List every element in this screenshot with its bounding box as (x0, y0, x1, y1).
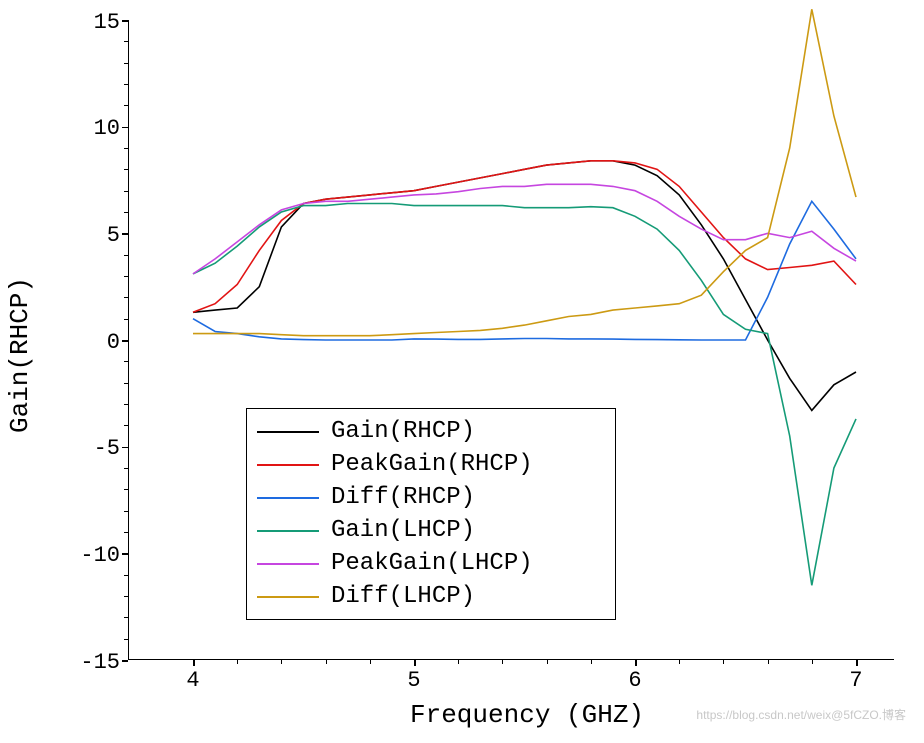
legend-label: Gain(LHCP) (331, 517, 475, 544)
legend-item: Diff(RHCP) (257, 481, 605, 514)
y-tick-label: 15 (94, 10, 120, 35)
legend-label: Gain(RHCP) (331, 418, 475, 445)
y-minor-tick (124, 148, 128, 149)
legend-swatch (257, 497, 319, 499)
y-tick (122, 233, 128, 235)
y-minor-tick (124, 596, 128, 597)
legend-swatch (257, 431, 319, 433)
y-minor-tick (124, 361, 128, 362)
y-minor-tick (124, 297, 128, 298)
y-minor-tick (124, 84, 128, 85)
x-minor-tick (679, 660, 680, 664)
y-minor-tick (124, 511, 128, 512)
x-tick (414, 660, 416, 666)
y-minor-tick (124, 255, 128, 256)
x-tick-label: 7 (849, 668, 862, 693)
y-minor-tick (124, 319, 128, 320)
x-tick-label: 5 (407, 668, 420, 693)
y-tick (122, 660, 128, 662)
x-minor-tick (723, 660, 724, 664)
series-line (193, 201, 856, 340)
series-line (193, 184, 856, 274)
legend-item: Gain(LHCP) (257, 514, 605, 547)
x-minor-tick (812, 660, 813, 664)
legend-label: PeakGain(LHCP) (331, 550, 533, 577)
x-minor-tick (547, 660, 548, 664)
legend-swatch (257, 596, 319, 598)
x-minor-tick (502, 660, 503, 664)
series-line (193, 161, 856, 411)
y-tick-label: 10 (94, 116, 120, 141)
legend-swatch (257, 464, 319, 466)
y-tick-label: -10 (80, 543, 120, 568)
legend-item: Diff(LHCP) (257, 580, 605, 613)
y-tick-label: 5 (107, 223, 120, 248)
y-tick-label: 0 (107, 330, 120, 355)
y-minor-tick (124, 41, 128, 42)
y-minor-tick (124, 63, 128, 64)
y-minor-tick (124, 383, 128, 384)
y-minor-tick (124, 169, 128, 170)
y-minor-tick (124, 276, 128, 277)
legend-item: PeakGain(RHCP) (257, 448, 605, 481)
legend-label: Diff(RHCP) (331, 484, 475, 511)
y-minor-tick (124, 105, 128, 106)
y-minor-tick (124, 532, 128, 533)
y-tick (122, 447, 128, 449)
chart-container: Gain(RHCP) Frequency (GHZ) 15 10 5 0 -5 … (0, 0, 924, 743)
y-tick-label: -5 (94, 436, 120, 461)
legend-label: PeakGain(RHCP) (331, 451, 533, 478)
x-tick-label: 6 (628, 668, 641, 693)
y-minor-tick (124, 468, 128, 469)
legend-item: PeakGain(LHCP) (257, 547, 605, 580)
y-minor-tick (124, 425, 128, 426)
y-minor-tick (124, 639, 128, 640)
y-minor-tick (124, 489, 128, 490)
legend-swatch (257, 563, 319, 565)
x-minor-tick (370, 660, 371, 664)
x-minor-tick (768, 660, 769, 664)
y-tick-label: -15 (80, 650, 120, 675)
legend-swatch (257, 530, 319, 532)
y-minor-tick (124, 191, 128, 192)
x-tick-label: 4 (186, 668, 199, 693)
x-axis-label: Frequency (GHZ) (410, 700, 644, 730)
legend-item: Gain(RHCP) (257, 415, 605, 448)
x-tick (856, 660, 858, 666)
x-minor-tick (237, 660, 238, 664)
y-minor-tick (124, 575, 128, 576)
x-minor-tick (591, 660, 592, 664)
y-minor-tick (124, 212, 128, 213)
watermark: https://blog.csdn.net/weix@5fCZO.博客 (696, 706, 906, 723)
y-minor-tick (124, 404, 128, 405)
x-tick (635, 660, 637, 666)
legend: Gain(RHCP) PeakGain(RHCP) Diff(RHCP) Gai… (246, 408, 616, 620)
y-minor-tick (124, 617, 128, 618)
x-minor-tick (326, 660, 327, 664)
y-tick (122, 127, 128, 129)
y-axis-label: Gain(RHCP) (5, 277, 35, 433)
y-tick (122, 20, 128, 22)
y-tick (122, 340, 128, 342)
y-tick (122, 553, 128, 555)
x-minor-tick (458, 660, 459, 664)
legend-label: Diff(LHCP) (331, 583, 475, 610)
x-tick (193, 660, 195, 666)
x-minor-tick (281, 660, 282, 664)
series-line (193, 9, 856, 335)
